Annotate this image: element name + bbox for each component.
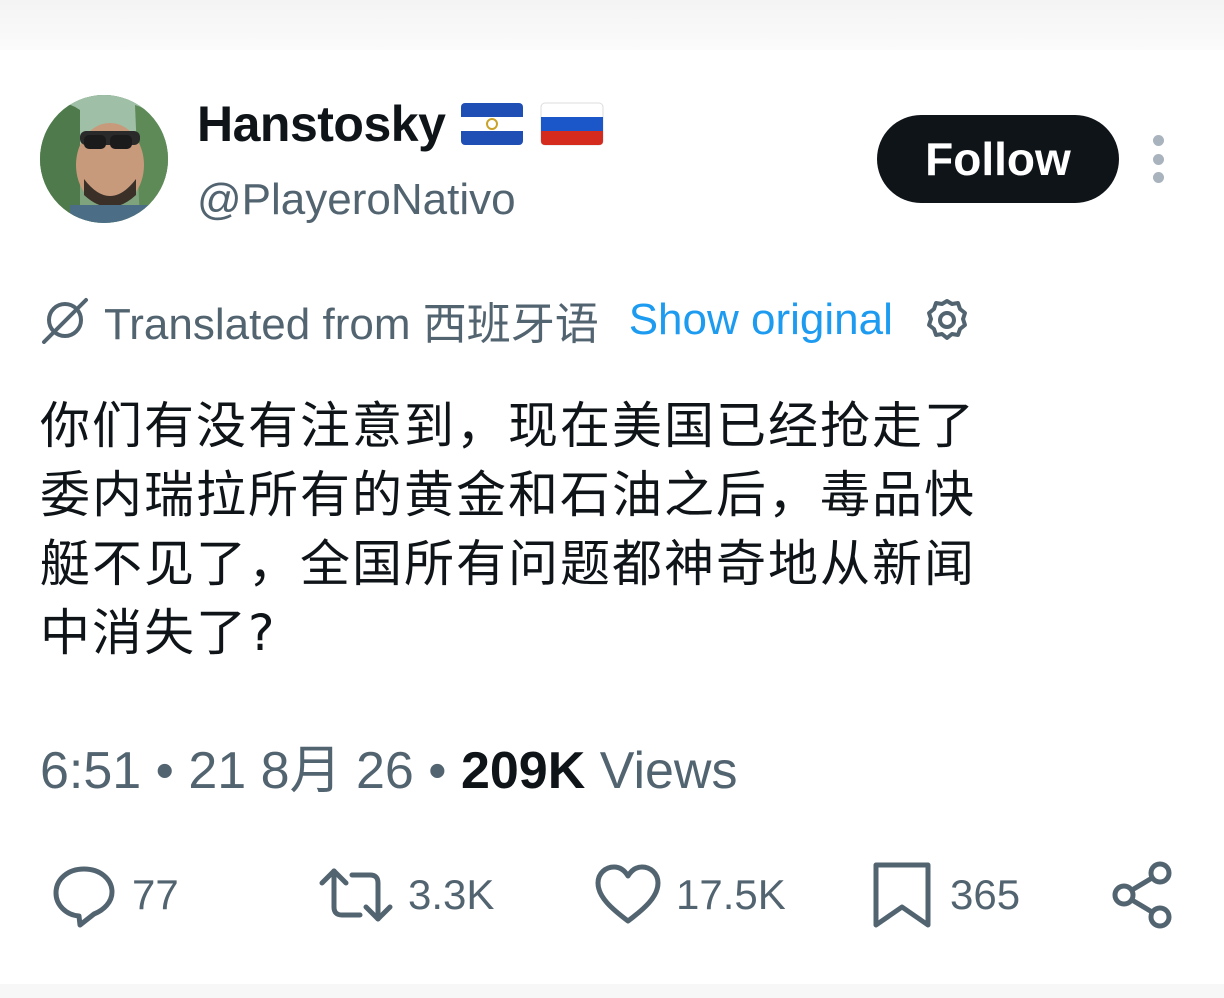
repost-count: 3.3K — [408, 871, 495, 918]
display-name-row[interactable]: Hanstosky — [197, 95, 605, 153]
share-button[interactable] — [1106, 855, 1178, 935]
tweet-time[interactable]: 6:51 — [40, 742, 141, 800]
display-name[interactable]: Hanstosky — [197, 95, 446, 153]
action-bar: 77 3.3K 17.5K 365 — [0, 855, 1224, 935]
more-dot — [1152, 172, 1164, 183]
follow-button[interactable]: Follow — [877, 115, 1119, 203]
more-options-icon[interactable] — [1144, 135, 1172, 183]
bottom-divider — [0, 984, 1224, 998]
heart-icon — [595, 864, 661, 924]
reply-count: 77 — [132, 871, 179, 918]
user-handle[interactable]: @PlayeroNativo — [197, 175, 516, 225]
tweet-date[interactable]: 21 8月 26 — [188, 742, 414, 800]
like-count: 17.5K — [676, 871, 786, 918]
tweet-meta: 6:51 • 21 8月 26 • 209K Views — [40, 728, 737, 803]
repost-button[interactable]: 3.3K — [316, 855, 494, 935]
show-original-link[interactable]: Show original — [629, 295, 893, 345]
views-label: Views — [585, 742, 738, 800]
tweet-text-line: 你们有没有注意到，现在美国已经抢走了 — [40, 397, 976, 455]
russia-flag-icon — [540, 102, 604, 146]
views-count[interactable]: 209K — [461, 742, 585, 800]
tweet-text-line: 中消失了? — [40, 604, 277, 662]
bookmark-icon — [873, 862, 931, 928]
status-bar-area — [0, 0, 1224, 50]
more-dot — [1152, 135, 1164, 146]
tweet-text-line: 艇不见了，全国所有问题都神奇地从新闻 — [40, 535, 976, 593]
like-button[interactable]: 17.5K — [592, 855, 786, 935]
el-salvador-flag-icon — [461, 103, 524, 145]
translated-from-label: Translated from 西班牙语 — [104, 300, 599, 349]
meta-separator: • — [413, 742, 461, 800]
translate-icon — [42, 298, 88, 344]
avatar[interactable] — [40, 95, 168, 223]
share-icon — [1112, 861, 1172, 929]
reply-icon — [53, 866, 115, 928]
translation-bar: Translated from 西班牙语 Show original — [40, 288, 971, 352]
reply-button[interactable]: 77 — [48, 855, 179, 935]
repost-icon — [319, 868, 393, 922]
bookmark-button[interactable]: 365 — [866, 855, 1020, 935]
bookmark-count: 365 — [950, 871, 1021, 918]
tweet-text-line: 委内瑞拉所有的黄金和石油之后，毒品快 — [40, 466, 976, 524]
meta-separator: • — [141, 742, 189, 800]
more-dot — [1152, 153, 1164, 165]
tweet-text: 你们有没有注意到，现在美国已经抢走了 委内瑞拉所有的黄金和石油之后，毒品快 艇不… — [40, 392, 1160, 668]
gear-icon[interactable] — [923, 296, 971, 344]
avatar-photo — [40, 95, 168, 223]
